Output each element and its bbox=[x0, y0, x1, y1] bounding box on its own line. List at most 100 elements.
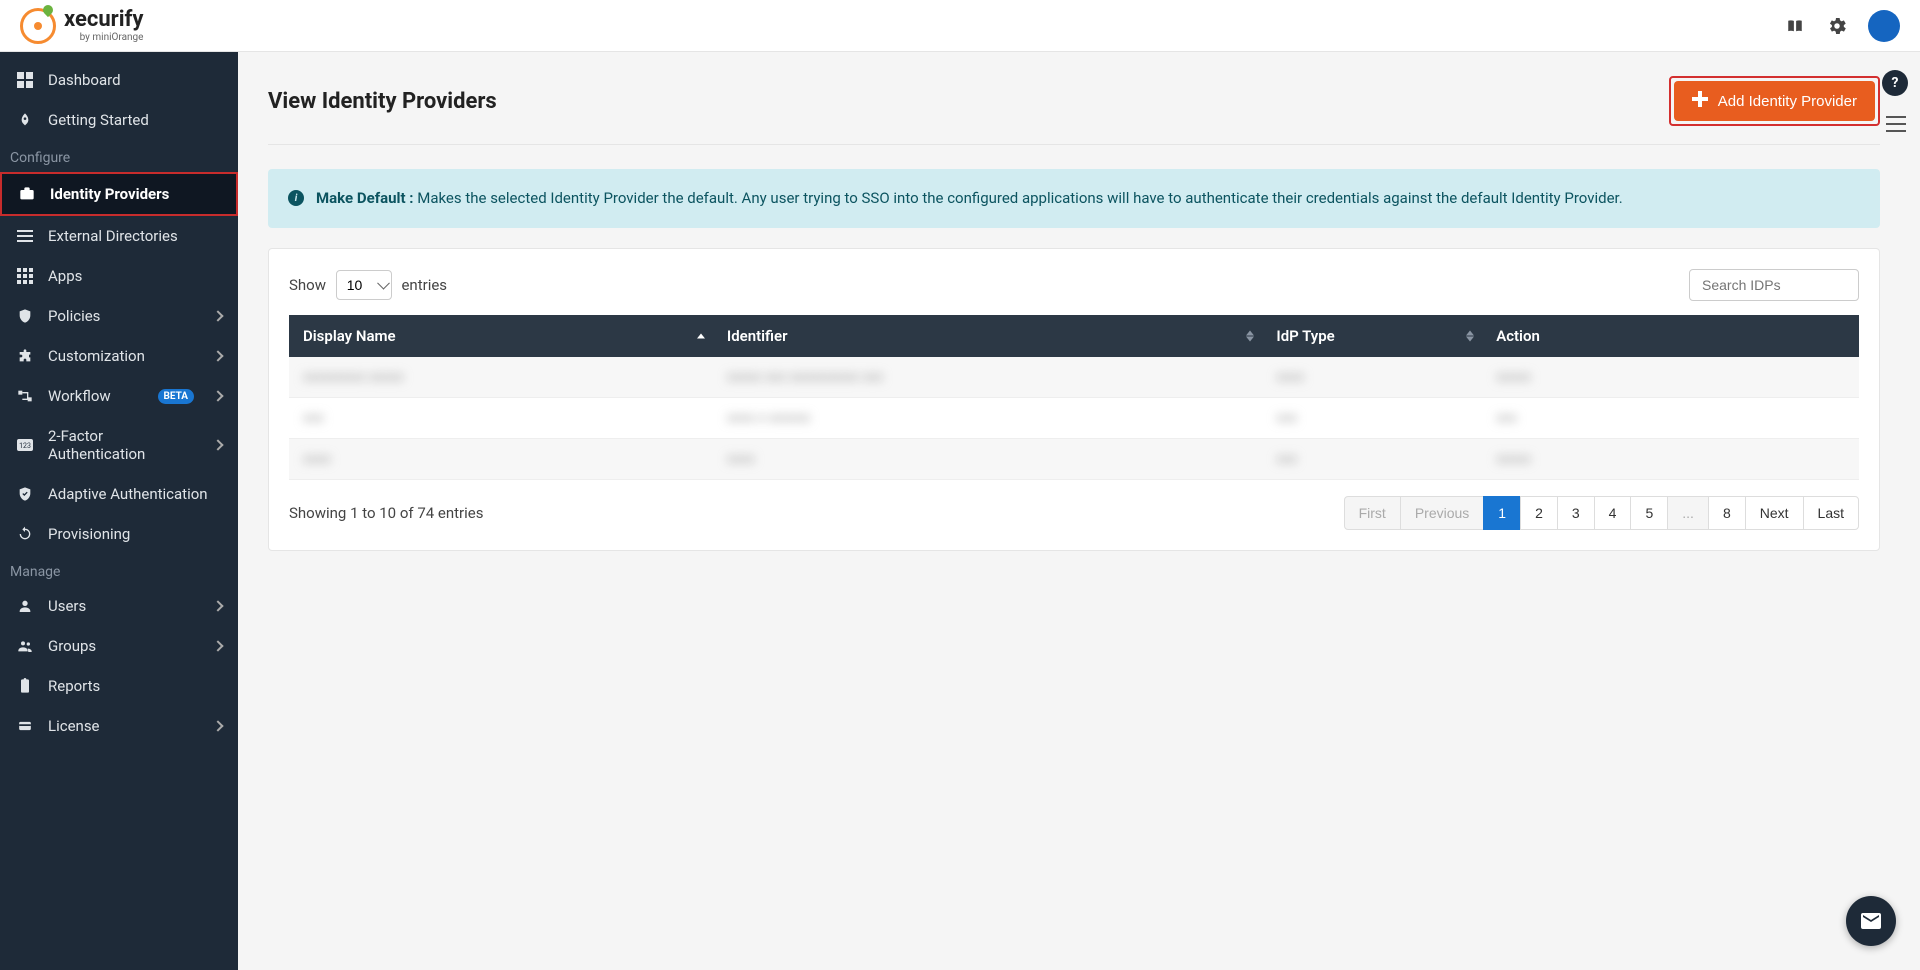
entries-select[interactable]: 10 bbox=[336, 270, 392, 300]
chevron-right-icon bbox=[212, 640, 223, 651]
book-icon[interactable] bbox=[1784, 15, 1806, 37]
user-icon bbox=[16, 597, 34, 615]
info-box: i Make Default : Makes the selected Iden… bbox=[268, 169, 1880, 228]
sidebar-label: Apps bbox=[48, 267, 222, 285]
plus-icon bbox=[1692, 91, 1708, 111]
table-footer: Showing 1 to 10 of 74 entries FirstPrevi… bbox=[289, 496, 1859, 530]
sidebar-item-customization[interactable]: Customization bbox=[0, 336, 238, 376]
logo-icon bbox=[20, 8, 56, 44]
cell-identifier: xxxx x xxxxxx bbox=[713, 397, 1263, 438]
idp-table: Display Name Identifier IdP Type Action … bbox=[289, 315, 1859, 480]
table-row[interactable]: xxxxxxx x xxxxxxxxxxxx bbox=[289, 397, 1859, 438]
sync-icon bbox=[16, 525, 34, 543]
sidebar-item-provisioning[interactable]: Provisioning bbox=[0, 514, 238, 554]
col-display-name[interactable]: Display Name bbox=[289, 315, 713, 357]
sidebar-item-reports[interactable]: Reports bbox=[0, 666, 238, 706]
brand-sub: by miniOrange bbox=[64, 32, 143, 43]
show-label: Show bbox=[289, 276, 326, 294]
main-content: View Identity Providers Add Identity Pro… bbox=[238, 52, 1920, 970]
sidebar-item-workflow[interactable]: Workflow BETA bbox=[0, 376, 238, 416]
search-input[interactable] bbox=[1689, 269, 1859, 301]
svg-text:123: 123 bbox=[19, 442, 31, 450]
beta-badge: BETA bbox=[158, 389, 195, 404]
add-button-label: Add Identity Provider bbox=[1718, 93, 1857, 110]
sidebar-label: Policies bbox=[48, 307, 200, 325]
top-header: xecurify by miniOrange bbox=[0, 0, 1920, 52]
page-2[interactable]: 2 bbox=[1520, 496, 1558, 530]
sidebar-section-manage: Manage bbox=[0, 554, 238, 586]
info-desc: Makes the selected Identity Provider the… bbox=[414, 189, 1623, 207]
cell-type: xxxx bbox=[1262, 357, 1482, 398]
help-button[interactable]: ? bbox=[1882, 70, 1908, 96]
cell-display: xxxxxxxxx xxxxx bbox=[289, 357, 713, 398]
table-controls: Show 10 entries bbox=[289, 269, 1859, 301]
sidebar-item-dashboard[interactable]: Dashboard bbox=[0, 60, 238, 100]
table-card: Show 10 entries Display Name Identifier bbox=[268, 248, 1880, 551]
page-header: View Identity Providers Add Identity Pro… bbox=[268, 76, 1880, 126]
sidebar-label: Users bbox=[48, 597, 200, 615]
page-...: ... bbox=[1667, 496, 1709, 530]
cell-display: xxx bbox=[289, 397, 713, 438]
cell-identifier: xxxxx xxx xxxxxxxxxx xxx bbox=[713, 357, 1263, 398]
cell-identifier: xxxx bbox=[713, 438, 1263, 479]
page-5[interactable]: 5 bbox=[1630, 496, 1668, 530]
sidebar-item-external-directories[interactable]: External Directories bbox=[0, 216, 238, 256]
brand-name: xecurify bbox=[64, 8, 143, 32]
page-4[interactable]: 4 bbox=[1594, 496, 1632, 530]
page-next[interactable]: Next bbox=[1745, 496, 1804, 530]
sidebar-label: Getting Started bbox=[48, 111, 222, 129]
sidebar-item-getting-started[interactable]: Getting Started bbox=[0, 100, 238, 140]
cell-action: xxxxx bbox=[1482, 357, 1859, 398]
brand-logo[interactable]: xecurify by miniOrange bbox=[20, 8, 143, 44]
briefcase-icon bbox=[18, 185, 36, 203]
card-icon bbox=[16, 717, 34, 735]
page-title: View Identity Providers bbox=[268, 89, 497, 114]
sidebar-section-configure: Configure bbox=[0, 140, 238, 172]
chevron-right-icon bbox=[212, 350, 223, 361]
table-row[interactable]: xxxxxxxxxxxxxxxx bbox=[289, 438, 1859, 479]
sidebar-label: Customization bbox=[48, 347, 200, 365]
table-row[interactable]: xxxxxxxxx xxxxxxxxxx xxx xxxxxxxxxx xxxx… bbox=[289, 357, 1859, 398]
sidebar-label: Workflow bbox=[48, 387, 144, 405]
page-3[interactable]: 3 bbox=[1557, 496, 1595, 530]
sidebar-item-identity-providers[interactable]: Identity Providers bbox=[0, 172, 238, 216]
table-info: Showing 1 to 10 of 74 entries bbox=[289, 504, 483, 522]
sidebar-label: External Directories bbox=[48, 227, 222, 245]
chevron-right-icon bbox=[212, 390, 223, 401]
col-idp-type[interactable]: IdP Type bbox=[1262, 315, 1482, 357]
gear-icon[interactable] bbox=[1826, 15, 1848, 37]
show-entries: Show 10 entries bbox=[289, 270, 447, 300]
add-identity-provider-button[interactable]: Add Identity Provider bbox=[1674, 81, 1875, 121]
chevron-right-icon bbox=[212, 720, 223, 731]
page-8[interactable]: 8 bbox=[1708, 496, 1746, 530]
info-bold: Make Default : bbox=[316, 189, 414, 207]
chevron-right-icon bbox=[212, 310, 223, 321]
sidebar-item-groups[interactable]: Groups bbox=[0, 626, 238, 666]
pagination: FirstPrevious12345...8NextLast bbox=[1345, 496, 1859, 530]
sidebar-item-apps[interactable]: Apps bbox=[0, 256, 238, 296]
sidebar-item-adaptive-auth[interactable]: Adaptive Authentication bbox=[0, 474, 238, 514]
logo-text: xecurify by miniOrange bbox=[64, 8, 143, 43]
page-last[interactable]: Last bbox=[1803, 496, 1859, 530]
rocket-icon bbox=[16, 111, 34, 129]
cell-type: xxx bbox=[1262, 438, 1482, 479]
col-identifier[interactable]: Identifier bbox=[713, 315, 1263, 357]
sidebar-label: Groups bbox=[48, 637, 200, 655]
sidebar-item-2fa[interactable]: 123 2-Factor Authentication bbox=[0, 416, 238, 474]
page-first: First bbox=[1344, 496, 1401, 530]
divider bbox=[268, 144, 1880, 145]
sidebar-item-license[interactable]: License bbox=[0, 706, 238, 746]
chat-button[interactable] bbox=[1846, 896, 1896, 946]
dashboard-icon bbox=[16, 71, 34, 89]
chevron-right-icon bbox=[212, 439, 223, 450]
cell-action: xxxxx bbox=[1482, 438, 1859, 479]
hamburger-icon[interactable] bbox=[1886, 116, 1906, 136]
sidebar-label: Dashboard bbox=[48, 71, 222, 89]
entries-label: entries bbox=[401, 276, 447, 294]
page-1[interactable]: 1 bbox=[1483, 496, 1521, 530]
sidebar-item-users[interactable]: Users bbox=[0, 586, 238, 626]
user-avatar[interactable] bbox=[1868, 10, 1900, 42]
sidebar-label: Reports bbox=[48, 677, 222, 695]
shield-check-icon bbox=[16, 485, 34, 503]
sidebar-item-policies[interactable]: Policies bbox=[0, 296, 238, 336]
